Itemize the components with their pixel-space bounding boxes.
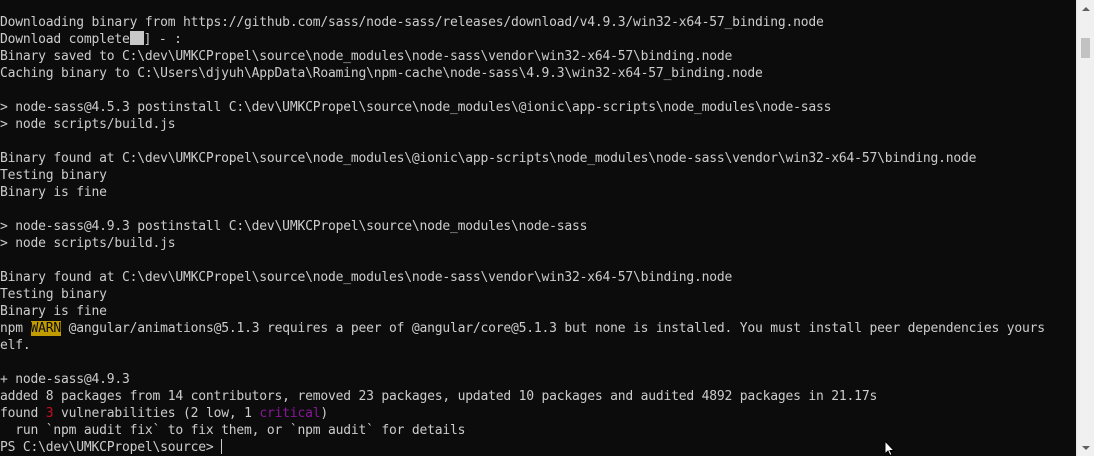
warn-message: @angular/animations@5.1.3 requires a pee… xyxy=(61,321,1045,336)
output-line: Binary saved to C:\dev\UMKCPropel\source… xyxy=(0,49,733,64)
severity-low: low xyxy=(205,406,229,421)
progress-block xyxy=(129,31,144,45)
audit-text: , 1 xyxy=(228,406,260,421)
scroll-down-button[interactable] xyxy=(1077,439,1094,456)
audit-summary-line: found 3 vulnerabilities (2 low, 1 critic… xyxy=(0,405,1076,422)
shell-prompt: PS C:\dev\UMKCPropel\source> xyxy=(0,440,222,455)
download-complete-suffix: ] - : xyxy=(143,32,182,47)
up-arrow-icon xyxy=(1081,6,1090,11)
output-line: + node-sass@4.9.3 xyxy=(0,372,130,387)
text-cursor xyxy=(221,439,223,454)
scroll-thumb[interactable] xyxy=(1081,38,1090,58)
audit-suffix: ) xyxy=(320,406,329,421)
output-line: Binary found at C:\dev\UMKCPropel\source… xyxy=(0,151,977,166)
output-line: Testing binary xyxy=(0,168,107,183)
output-line: > node scripts/build.js xyxy=(0,236,176,251)
output-line: Binary found at C:\dev\UMKCPropel\source… xyxy=(0,270,733,285)
output-line: Downloading binary from https://github.c… xyxy=(0,15,824,30)
download-complete-text: Download complete xyxy=(0,32,130,47)
output-line: Testing binary xyxy=(0,287,107,302)
output-line: > node-sass@4.5.3 postinstall C:\dev\UMK… xyxy=(0,100,832,115)
down-arrow-icon xyxy=(1081,445,1090,450)
scroll-up-button[interactable] xyxy=(1077,0,1094,17)
output-line: > node scripts/build.js xyxy=(0,117,176,132)
npm-prefix: npm xyxy=(0,321,31,336)
output-line: run `npm audit fix` to fix them, or `npm… xyxy=(0,423,466,438)
download-complete-line: Download complete ] - : xyxy=(0,31,1076,48)
npm-warn-line: npm WARN @angular/animations@5.1.3 requi… xyxy=(0,320,1076,337)
mouse-pointer-icon xyxy=(884,441,896,456)
audit-prefix: found xyxy=(0,406,46,421)
output-line: added 8 packages from 14 contributors, r… xyxy=(0,389,878,404)
output-line: Binary is fine xyxy=(0,304,107,319)
warn-badge: WARN xyxy=(30,321,62,336)
vertical-scrollbar[interactable] xyxy=(1076,0,1094,456)
audit-text: vulnerabilities (2 xyxy=(53,406,206,421)
output-line: Caching binary to C:\Users\djyuh\AppData… xyxy=(0,66,763,81)
prompt-line[interactable]: PS C:\dev\UMKCPropel\source> xyxy=(0,439,1076,456)
severity-critical: critical xyxy=(259,406,321,421)
output-line: > node-sass@4.9.3 postinstall C:\dev\UMK… xyxy=(0,219,588,234)
output-line: elf. xyxy=(0,338,31,353)
output-line: Binary is fine xyxy=(0,185,107,200)
terminal-window[interactable]: Downloading binary from https://github.c… xyxy=(0,0,1076,456)
